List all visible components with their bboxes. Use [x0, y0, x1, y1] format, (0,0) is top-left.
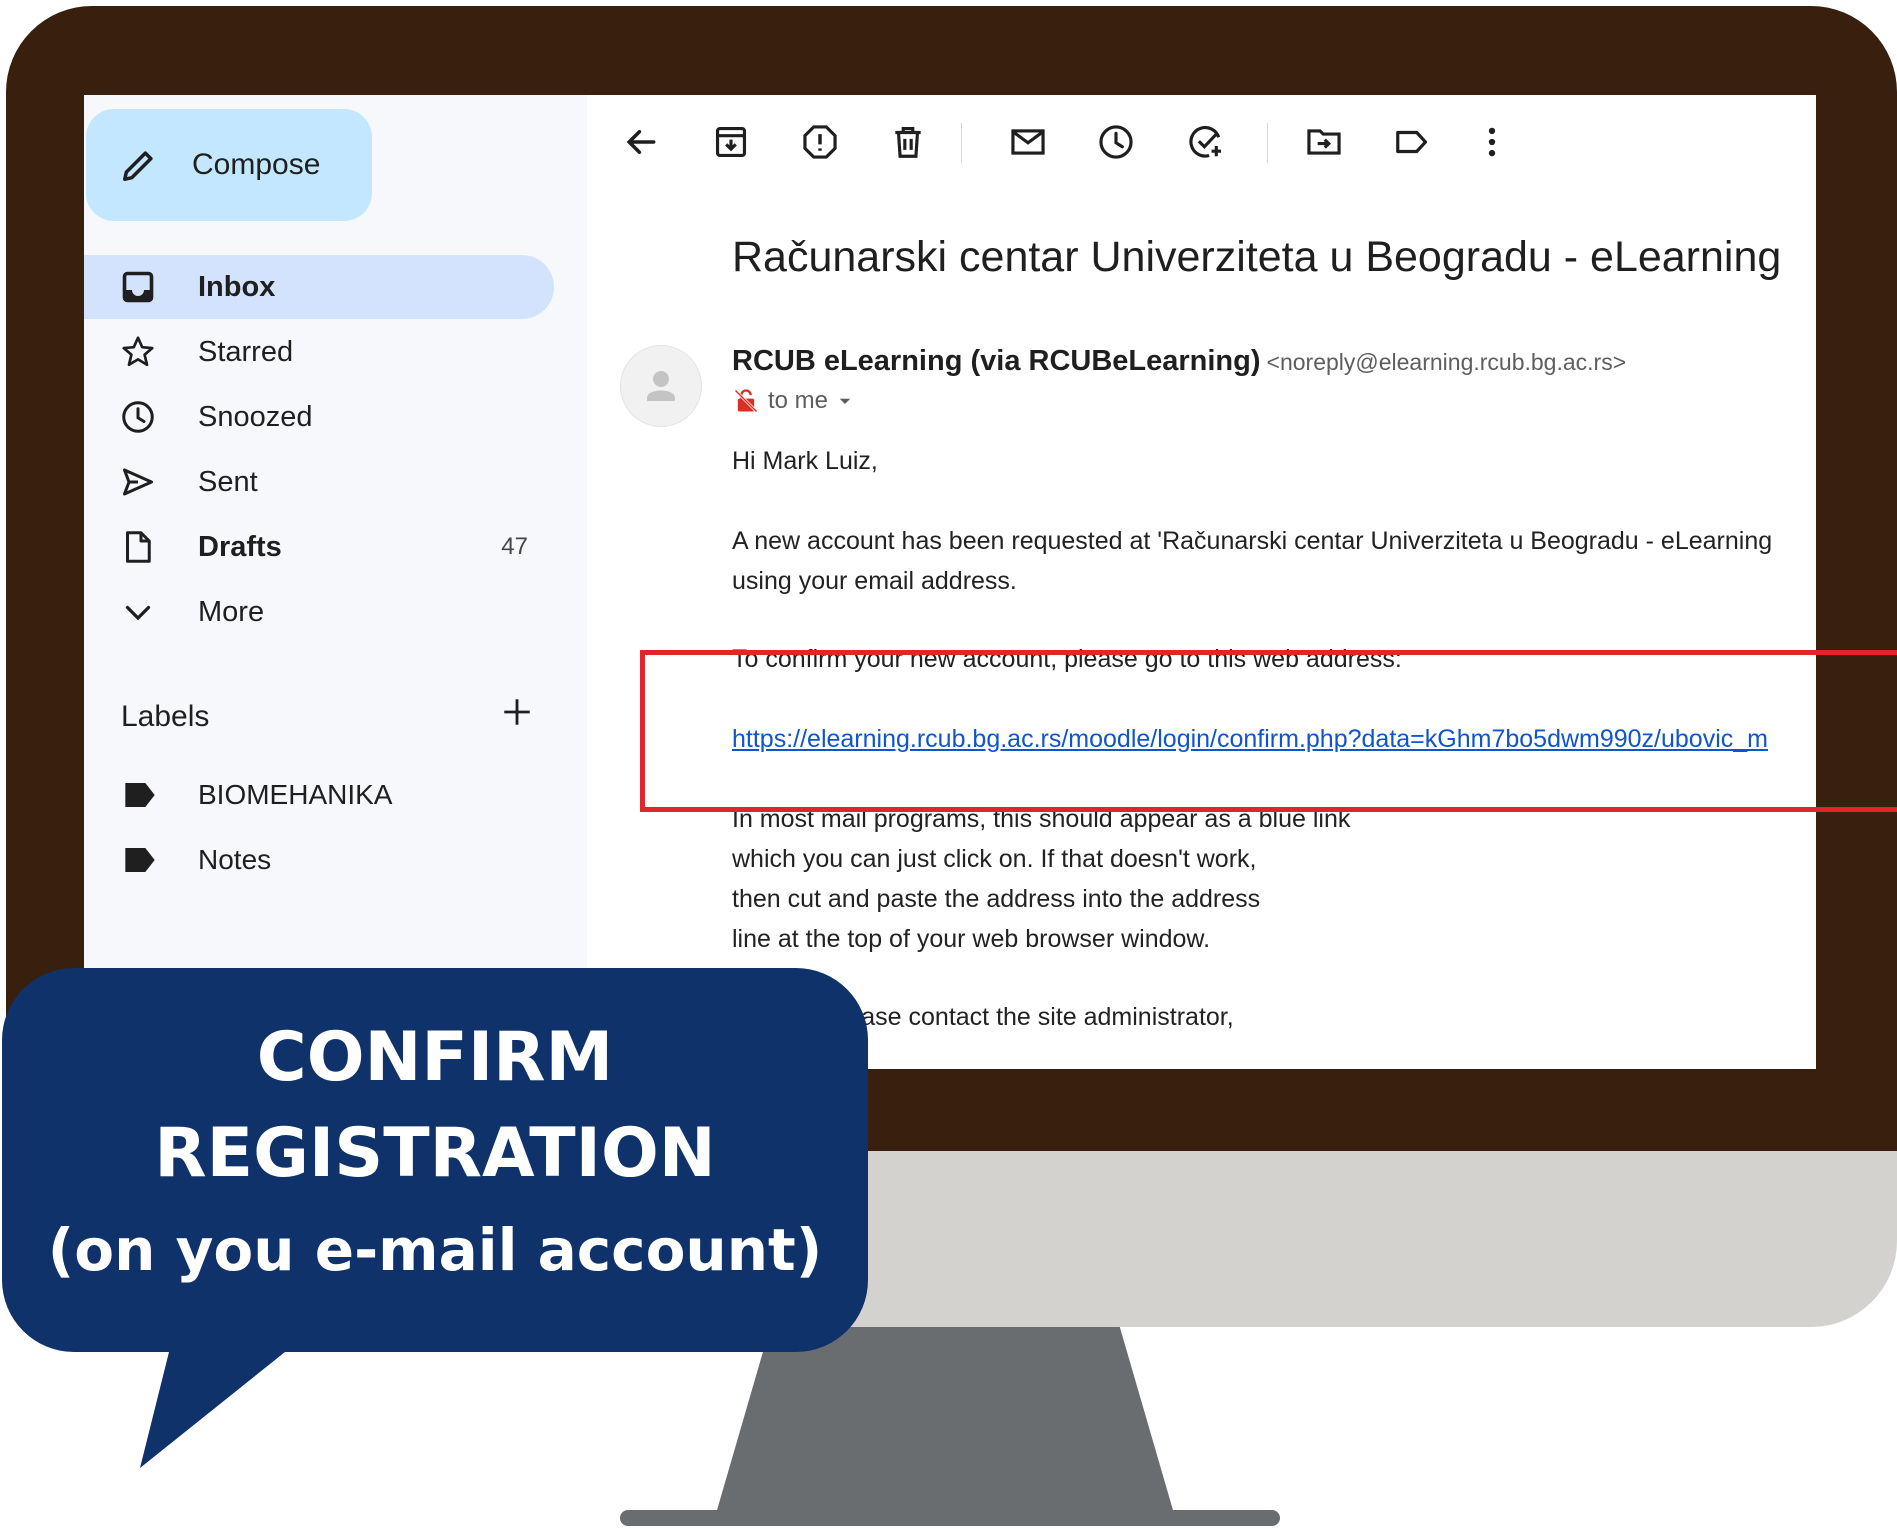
delete-icon[interactable] [889, 123, 927, 161]
avatar [620, 345, 702, 427]
sidebar-item-label: Snoozed [198, 400, 313, 433]
recipient-text: to me [768, 387, 829, 414]
sender-name-text: RCUB eLearning (via RCUBeLearning) [732, 345, 1261, 377]
email-subject: Računarski centar Univerziteta u Beograd… [732, 233, 1782, 281]
drafts-count: 47 [501, 533, 528, 560]
chevron-down-icon [125, 605, 151, 621]
sender-name: RCUB eLearning (via RCUBeLearning) <norep… [732, 345, 1626, 378]
report-spam-icon[interactable] [801, 123, 839, 161]
sidebar-item-label: Sent [198, 465, 258, 498]
sidebar-item-drafts[interactable]: Drafts 47 [84, 515, 554, 579]
snooze-icon[interactable] [1097, 123, 1135, 161]
dropdown-arrow-icon[interactable] [836, 392, 854, 410]
monitor-stand [715, 1327, 1175, 1517]
clock-icon [122, 401, 154, 433]
email-body-line: which you can just click on. If that doe… [732, 845, 1257, 873]
sidebar: Compose Inbox Starred Snoozed Sent Draft… [84, 95, 587, 1069]
star-icon [122, 336, 154, 367]
toolbar-divider [1267, 123, 1268, 163]
callout-line-3: (on you e-mail account) [47, 1216, 823, 1284]
sidebar-item-inbox[interactable]: Inbox [84, 255, 554, 319]
archive-icon[interactable] [712, 123, 750, 161]
label-item-notes[interactable]: Notes [84, 830, 554, 890]
labels-heading: Labels [121, 700, 210, 733]
toolbar-divider [961, 123, 962, 163]
inbox-icon [122, 271, 154, 303]
no-encryption-icon [734, 389, 758, 413]
email-body-line: then cut and paste the address into the … [732, 885, 1261, 913]
recipient-line[interactable]: to me [732, 387, 854, 415]
compose-button[interactable]: Compose [86, 109, 372, 221]
email-greeting: Hi Mark Luiz, [732, 447, 878, 475]
sidebar-item-sent[interactable]: Sent [84, 450, 554, 514]
callout-text: CONFIRM REGISTRATION (on you e-mail acco… [2, 1010, 868, 1298]
callout-line-2: REGISTRATION [154, 1114, 716, 1193]
sidebar-item-more[interactable]: More [84, 580, 554, 644]
sender-email: <noreply@elearning.rcub.bg.ac.rs> [1266, 349, 1627, 375]
email-body-line: line at the top of your web browser wind… [732, 925, 1211, 953]
label-item-biomehanika[interactable]: BIOMEHANIKA [84, 765, 554, 825]
sidebar-item-snoozed[interactable]: Snoozed [84, 385, 554, 449]
label-item-label: Notes [198, 844, 272, 875]
label-icon [125, 848, 155, 872]
sidebar-item-label: Inbox [198, 270, 276, 303]
person-icon [647, 371, 675, 401]
callout-line-1: CONFIRM [256, 1018, 614, 1097]
link-highlight-box [640, 650, 1897, 812]
label-icon[interactable] [1393, 123, 1431, 161]
pencil-icon [123, 151, 153, 181]
compose-label: Compose [192, 148, 321, 181]
email-body-line: using your email address. [732, 567, 1017, 595]
callout-bubble-tail [140, 1340, 300, 1468]
move-to-icon[interactable] [1305, 123, 1343, 161]
label-icon [125, 783, 155, 807]
mark-unread-icon[interactable] [1009, 123, 1047, 161]
more-vert-icon[interactable] [1473, 123, 1511, 161]
send-icon [123, 468, 153, 496]
sidebar-item-starred[interactable]: Starred [84, 320, 554, 384]
sidebar-item-label: More [198, 595, 265, 628]
email-view: Računarski centar Univerziteta u Beograd… [587, 95, 1816, 1069]
draft-icon [126, 531, 151, 563]
monitor-screen: Compose Inbox Starred Snoozed Sent Draft… [84, 95, 1816, 1069]
add-label-icon[interactable] [500, 695, 534, 729]
sidebar-item-label: Starred [198, 335, 294, 368]
back-arrow-icon[interactable] [622, 123, 660, 161]
monitor-base [620, 1510, 1280, 1526]
email-body-line: A new account has been requested at 'Rač… [732, 527, 1773, 555]
label-item-label: BIOMEHANIKA [198, 779, 393, 810]
add-task-icon[interactable] [1187, 123, 1225, 161]
sidebar-item-label: Drafts [198, 530, 282, 563]
